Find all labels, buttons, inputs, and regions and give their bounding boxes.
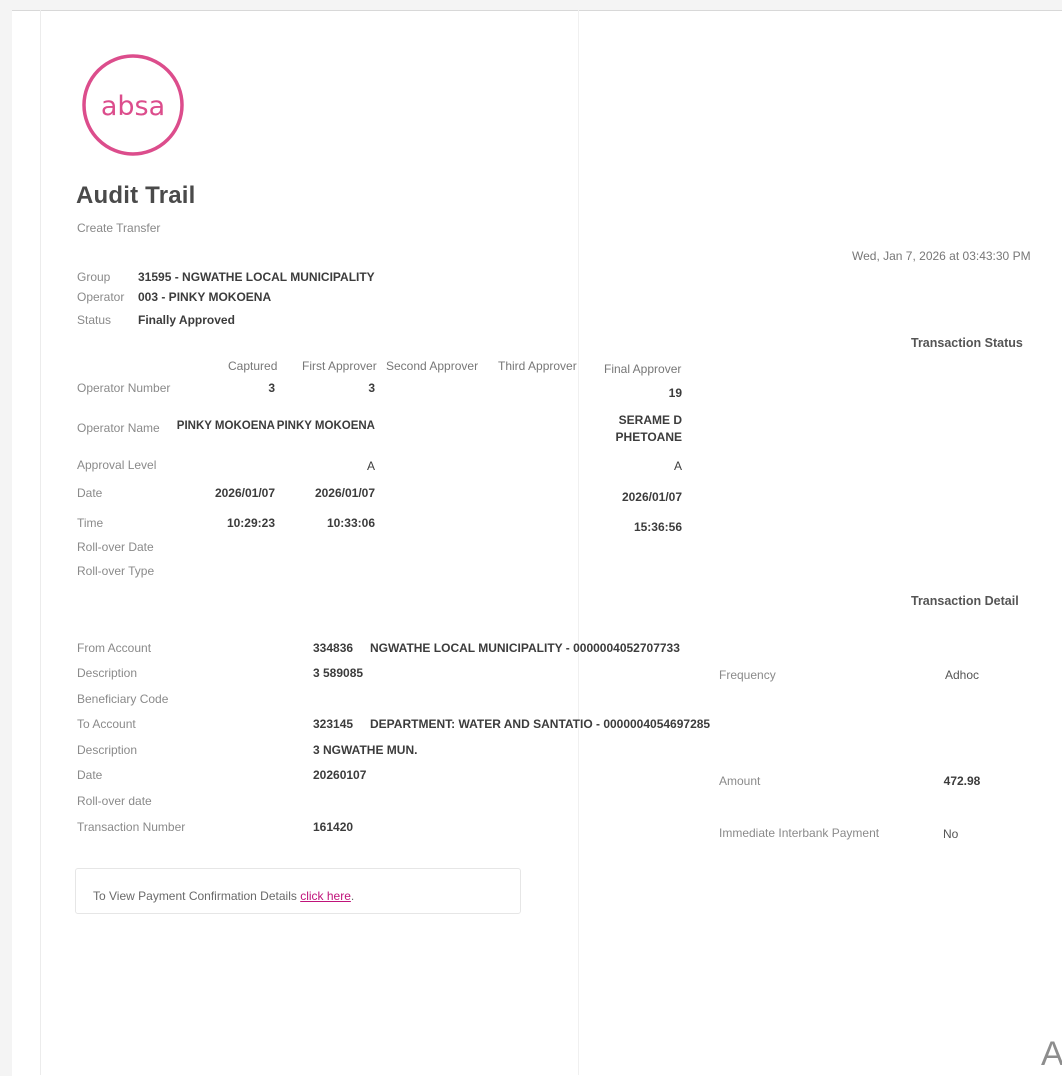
detail-date-label: Date xyxy=(77,768,103,782)
immediate-interbank-label: Immediate Interbank Payment xyxy=(719,826,880,840)
description-value: 3 589085 xyxy=(313,666,364,680)
scan-edge-line xyxy=(40,10,41,1075)
status-row: Status Finally Approved xyxy=(77,313,235,327)
transaction-number-label: Transaction Number xyxy=(77,820,186,834)
print-timestamp: Wed, Jan 7, 2026 at 03:43:30 PM xyxy=(852,249,1031,263)
captured-operator-name: PINKY MOKOENA xyxy=(176,420,275,432)
row-label-operator-name: Operator Name xyxy=(77,421,160,435)
document-page xyxy=(12,10,1062,1076)
first-operator-number: 3 xyxy=(368,381,375,395)
row-label-rollover-type: Roll-over Type xyxy=(77,564,155,578)
captured-time: 10:29:23 xyxy=(226,516,275,530)
frequency-label: Frequency xyxy=(719,668,776,682)
payment-confirmation-box: To View Payment Confirmation Details cli… xyxy=(75,868,521,914)
transaction-status-heading: Transaction Status xyxy=(911,336,1023,350)
confirmation-suffix: . xyxy=(350,889,355,903)
operator-row: Operator 003 - PINKY MOKOENA xyxy=(77,290,271,304)
row-label-operator-number: Operator Number xyxy=(77,381,171,395)
to-account-name: DEPARTMENT: WATER AND SANTATIO - 0000004… xyxy=(370,717,711,731)
beneficiary-code-label: Beneficiary Code xyxy=(77,692,169,706)
amount-value: 472.98 xyxy=(943,774,981,788)
final-operator-name-line2: PHETOANE xyxy=(615,430,682,444)
final-date: 2026/01/07 xyxy=(621,490,682,504)
absa-logo: absa xyxy=(80,52,186,158)
first-approval-level: A xyxy=(366,459,375,473)
to-account-label: To Account xyxy=(77,717,136,731)
col-captured: Captured xyxy=(228,359,278,373)
amount-label: Amount xyxy=(719,774,761,788)
row-label-date: Date xyxy=(77,486,103,500)
operator-label: Operator xyxy=(77,290,125,304)
first-time: 10:33:06 xyxy=(326,516,375,530)
col-final-approver: Final Approver xyxy=(604,362,682,376)
from-account-label: From Account xyxy=(77,641,152,655)
group-label: Group xyxy=(77,270,111,284)
logo-text: absa xyxy=(101,91,165,122)
col-second-approver: Second Approver xyxy=(386,359,479,373)
confirmation-prefix: To View Payment Confirmation Details xyxy=(93,889,301,903)
page-subtitle: Create Transfer xyxy=(77,221,161,235)
captured-date: 2026/01/07 xyxy=(214,486,275,500)
from-account-code: 334836 xyxy=(313,641,354,655)
row-label-rollover-date: Roll-over Date xyxy=(77,540,154,554)
final-operator-name-line1: SERAME D xyxy=(618,413,682,427)
first-date: 2026/01/07 xyxy=(314,486,375,500)
captured-operator-number: 3 xyxy=(268,381,275,395)
description-label-2: Description xyxy=(77,743,138,757)
row-label-time: Time xyxy=(77,516,104,530)
final-approval-level: A xyxy=(673,459,682,473)
final-operator-number: 19 xyxy=(668,386,682,400)
scan-fold-line xyxy=(578,10,579,1075)
corner-text-fragment: A xyxy=(1041,1035,1062,1073)
group-value: 31595 - NGWATHE LOCAL MUNICIPALITY xyxy=(138,270,375,284)
col-first-approver: First Approver xyxy=(302,359,377,373)
click-here-link[interactable]: click here xyxy=(300,889,351,903)
operator-value: 003 - PINKY MOKOENA xyxy=(138,290,272,304)
transaction-detail-heading: Transaction Detail xyxy=(911,594,1019,608)
immediate-interbank-value: No xyxy=(943,827,959,841)
transaction-number-value: 161420 xyxy=(313,820,354,834)
status-value: Finally Approved xyxy=(138,313,235,327)
status-label: Status xyxy=(77,313,112,327)
col-third-approver: Third Approver xyxy=(498,359,577,373)
description-label: Description xyxy=(77,666,138,680)
rollover-date-label: Roll-over date xyxy=(77,794,152,808)
row-label-approval-level: Approval Level xyxy=(77,458,157,472)
description-value-2: 3 NGWATHE MUN. xyxy=(313,743,418,757)
detail-date-value: 20260107 xyxy=(313,768,367,782)
frequency-value: Adhoc xyxy=(944,668,980,682)
group-row: Group 31595 - NGWATHE LOCAL MUNICIPALITY xyxy=(77,270,375,284)
page-title: Audit Trail xyxy=(76,182,196,209)
final-time: 15:36:56 xyxy=(633,520,682,534)
payment-confirmation-text: To View Payment Confirmation Details cli… xyxy=(93,889,354,903)
first-operator-name: PINKY MOKOENA xyxy=(276,420,375,432)
to-account-code: 323145 xyxy=(313,717,354,731)
from-account-name: NGWATHE LOCAL MUNICIPALITY - 00000040527… xyxy=(370,641,680,655)
